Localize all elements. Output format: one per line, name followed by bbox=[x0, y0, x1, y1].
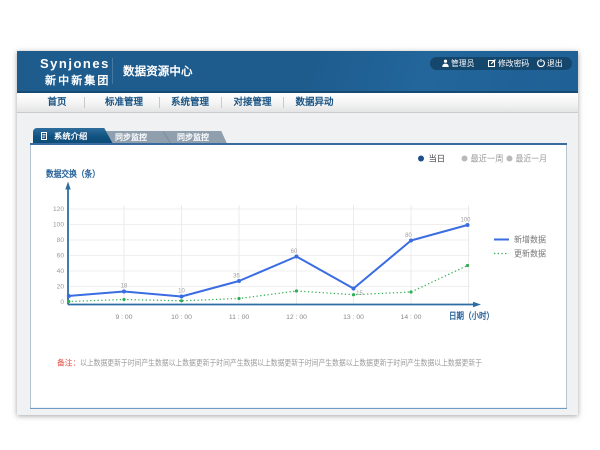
svg-text:备注：: 备注： bbox=[57, 358, 80, 368]
svg-text:40: 40 bbox=[57, 268, 65, 275]
svg-text:新增数据: 新增数据 bbox=[514, 235, 546, 245]
svg-text:11 : 00: 11 : 00 bbox=[229, 314, 250, 321]
svg-text:0: 0 bbox=[60, 299, 64, 306]
svg-text:15: 15 bbox=[356, 291, 363, 297]
svg-text:10: 10 bbox=[178, 289, 185, 295]
svg-text:60: 60 bbox=[291, 249, 298, 255]
svg-text:最近一周: 最近一周 bbox=[471, 154, 504, 164]
svg-text:80: 80 bbox=[405, 233, 412, 239]
svg-text:以上数据更新于时间产生数据以上数据更新于时间产生数据以上数据: 以上数据更新于时间产生数据以上数据更新于时间产生数据以上数据更新于时间产生数据以… bbox=[80, 358, 482, 368]
svg-text:120: 120 bbox=[53, 206, 64, 213]
svg-text:14 : 00: 14 : 00 bbox=[401, 314, 422, 321]
svg-text:35: 35 bbox=[233, 274, 240, 280]
svg-text:100: 100 bbox=[460, 218, 471, 224]
svg-text:更新数据: 更新数据 bbox=[514, 249, 546, 259]
svg-text:数据交换（条）: 数据交换（条） bbox=[46, 168, 100, 179]
svg-text:100: 100 bbox=[53, 222, 64, 229]
svg-text:日期（小时）: 日期（小时） bbox=[449, 310, 494, 321]
svg-text:20: 20 bbox=[57, 284, 65, 291]
svg-text:12 : 00: 12 : 00 bbox=[286, 314, 307, 321]
svg-text:80: 80 bbox=[57, 237, 65, 244]
svg-text:当日: 当日 bbox=[429, 154, 446, 164]
svg-text:10 : 00: 10 : 00 bbox=[171, 314, 192, 321]
svg-text:最近一月: 最近一月 bbox=[516, 154, 548, 164]
svg-text:9 : 00: 9 : 00 bbox=[115, 314, 132, 321]
svg-text:60: 60 bbox=[57, 253, 65, 260]
svg-text:18: 18 bbox=[121, 284, 128, 290]
svg-text:13 : 00: 13 : 00 bbox=[343, 314, 364, 321]
